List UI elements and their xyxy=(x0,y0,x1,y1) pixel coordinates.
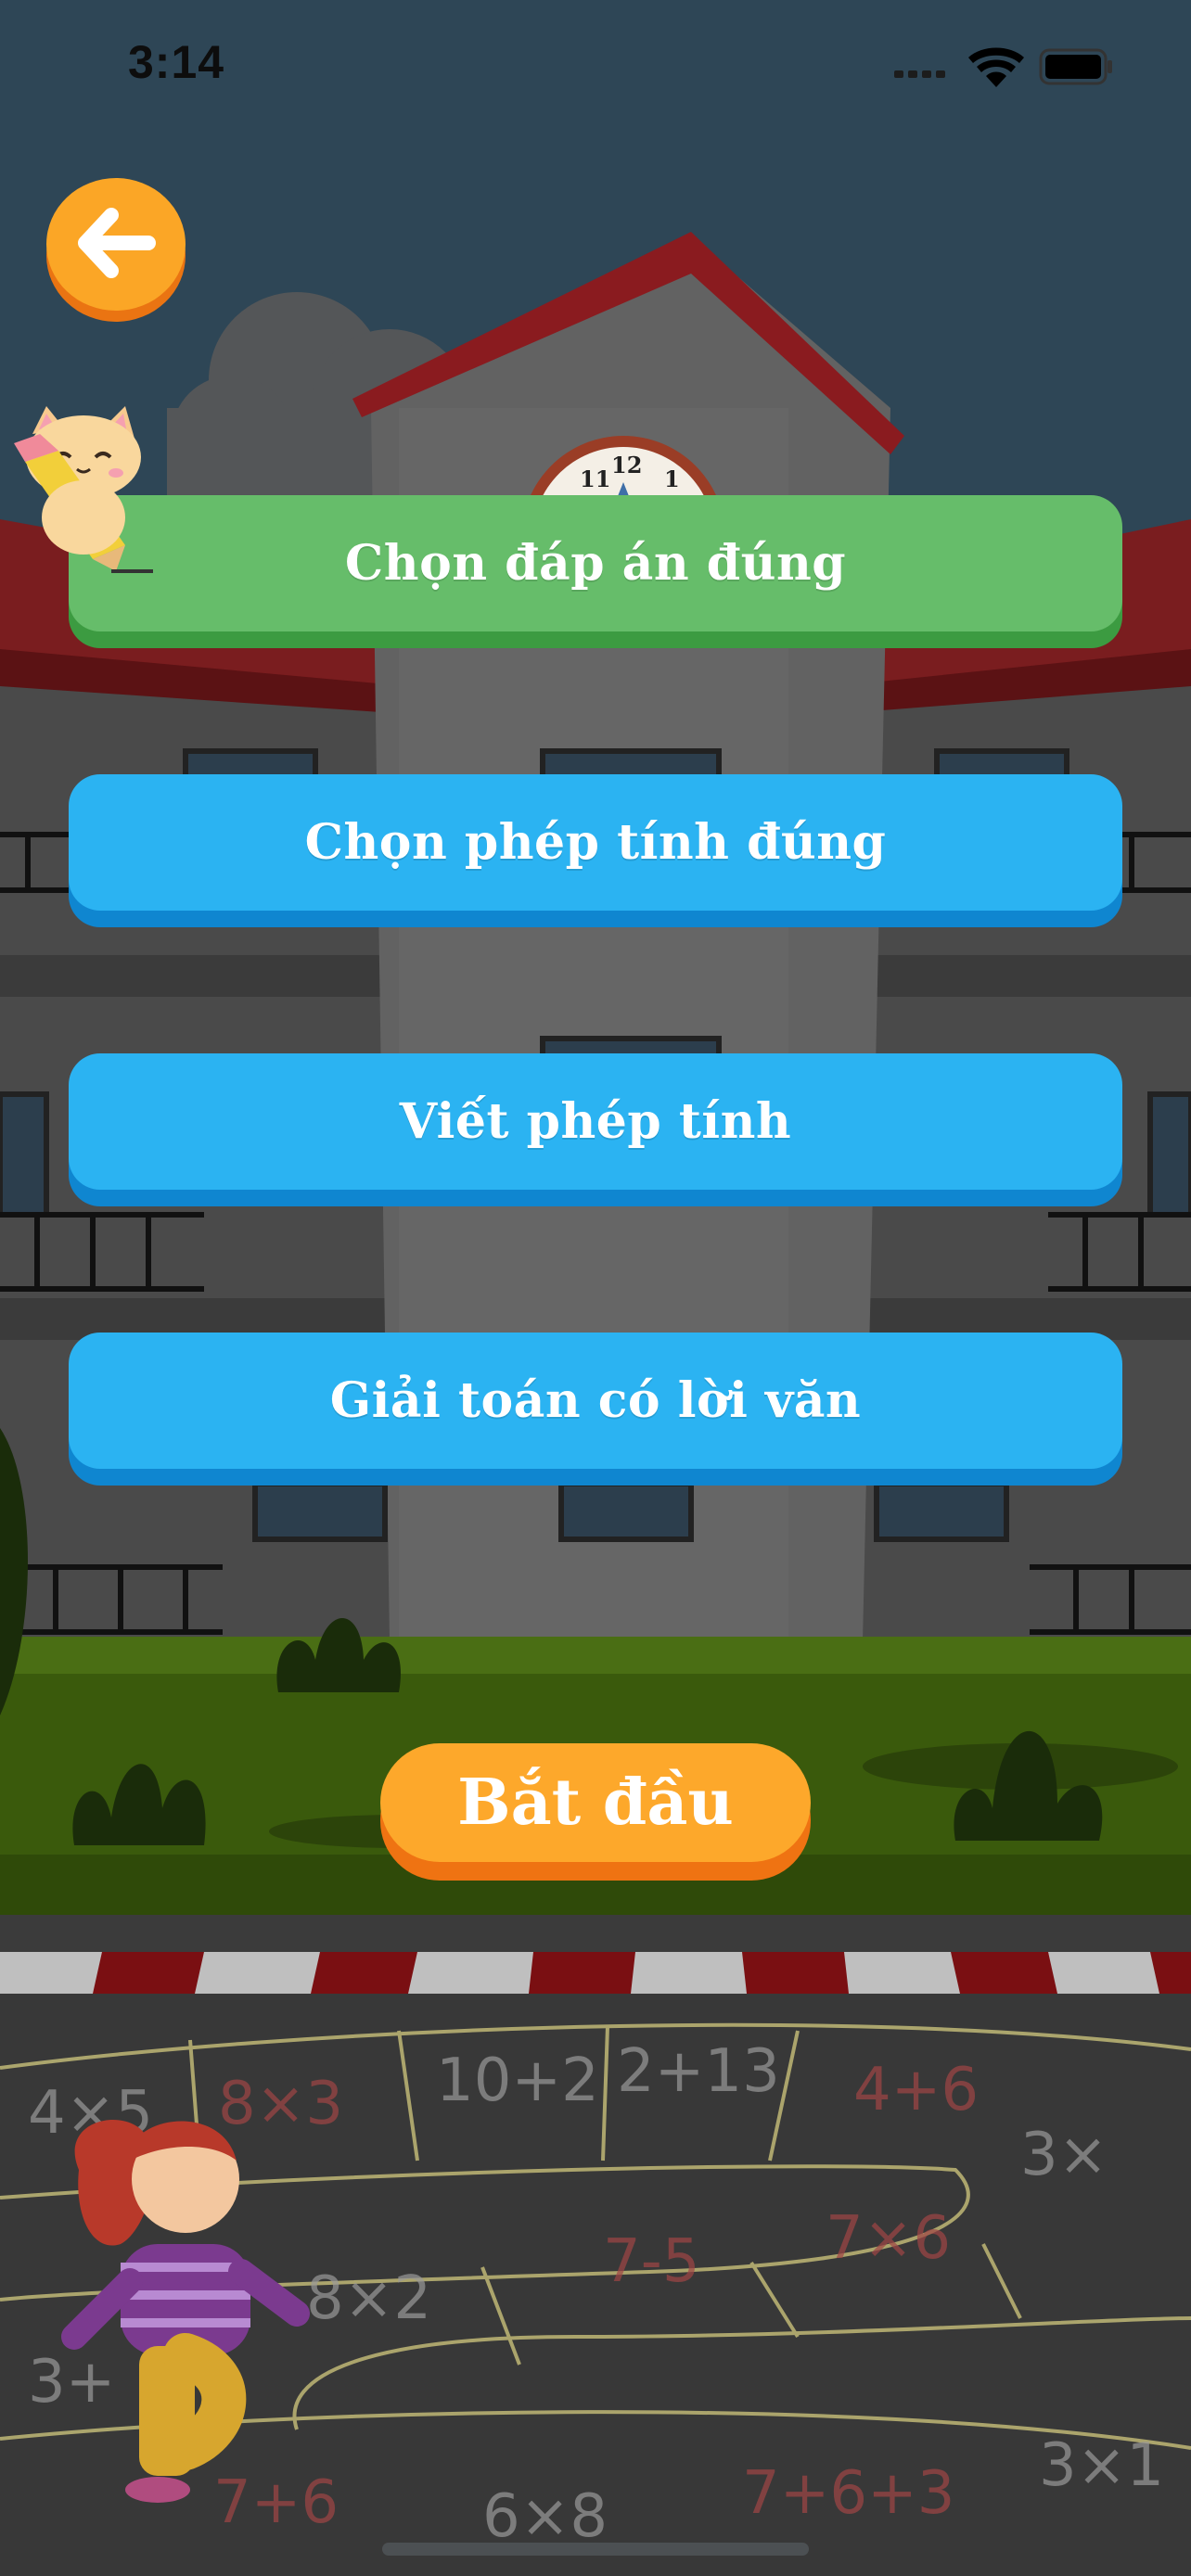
button-face: Chọn phép tính đúng xyxy=(69,774,1122,911)
chalk-expression: 8×2 xyxy=(306,2264,431,2333)
chalk-expression: 3× xyxy=(1020,2121,1108,2189)
button-face: Chọn đáp án đúng xyxy=(69,495,1122,631)
chalk-expression: 7+6+3 xyxy=(742,2459,954,2528)
clock-numeral-12: 12 xyxy=(611,452,642,478)
chalk-expression: 7-5 xyxy=(603,2227,700,2296)
status-icons xyxy=(894,45,1117,91)
home-indicator[interactable] xyxy=(382,2543,809,2556)
school-background: 11 12 1 4×5 8×3 10+2 2+13 4+6 3× 8×2 7-5… xyxy=(0,0,1191,2576)
status-time: 3:14 xyxy=(128,36,225,88)
mode-button-label: Chọn phép tính đúng xyxy=(304,814,887,871)
chalk-expression: 7+6 xyxy=(213,2468,339,2537)
button-face: Giải toán có lời văn xyxy=(69,1333,1122,1469)
mode-button-label: Viết phép tính xyxy=(399,1093,792,1150)
chalk-expression: 6×8 xyxy=(482,2482,608,2551)
start-button[interactable]: Bắt đầu xyxy=(380,1743,811,1881)
arrow-left-icon xyxy=(78,208,156,278)
start-button-label: Bắt đầu xyxy=(457,1766,734,1840)
cat-mascot-icon xyxy=(14,406,153,573)
mode-button-choose-correct-operation[interactable]: Chọn phép tính đúng xyxy=(69,774,1122,927)
math-game-screen: 11 12 1 4×5 8×3 10+2 2+13 4+6 3× 8×2 7-5… xyxy=(0,0,1191,2576)
mode-button-label: Chọn đáp án đúng xyxy=(344,535,847,592)
chalk-expression: 10+2 xyxy=(436,2047,599,2115)
mode-button-word-problems[interactable]: Giải toán có lời văn xyxy=(69,1333,1122,1486)
clock-numeral-1: 1 xyxy=(664,465,680,492)
clock-numeral-11: 11 xyxy=(580,465,610,492)
wifi-icon xyxy=(968,47,1024,87)
button-face: Bắt đầu xyxy=(380,1743,811,1862)
chalk-expression: 4+6 xyxy=(853,2056,979,2124)
cellular-signal-icon xyxy=(894,70,945,78)
button-face: Viết phép tính xyxy=(69,1053,1122,1190)
chalk-expression: 2+13 xyxy=(617,2037,780,2106)
status-bar: 3:14 xyxy=(0,0,1191,139)
chalk-expression: 7×6 xyxy=(826,2204,951,2273)
battery-icon xyxy=(1039,48,1112,85)
mode-button-write-operation[interactable]: Viết phép tính xyxy=(69,1053,1122,1206)
chalk-expression: 3×1 xyxy=(1039,2431,1164,2500)
back-button[interactable] xyxy=(46,178,186,322)
chalk-expression: 8×3 xyxy=(218,2070,343,2138)
chalk-expression: 3+ xyxy=(28,2348,115,2417)
mode-button-choose-correct-answer[interactable]: Chọn đáp án đúng xyxy=(69,495,1122,648)
mode-button-label: Giải toán có lời văn xyxy=(329,1372,862,1429)
